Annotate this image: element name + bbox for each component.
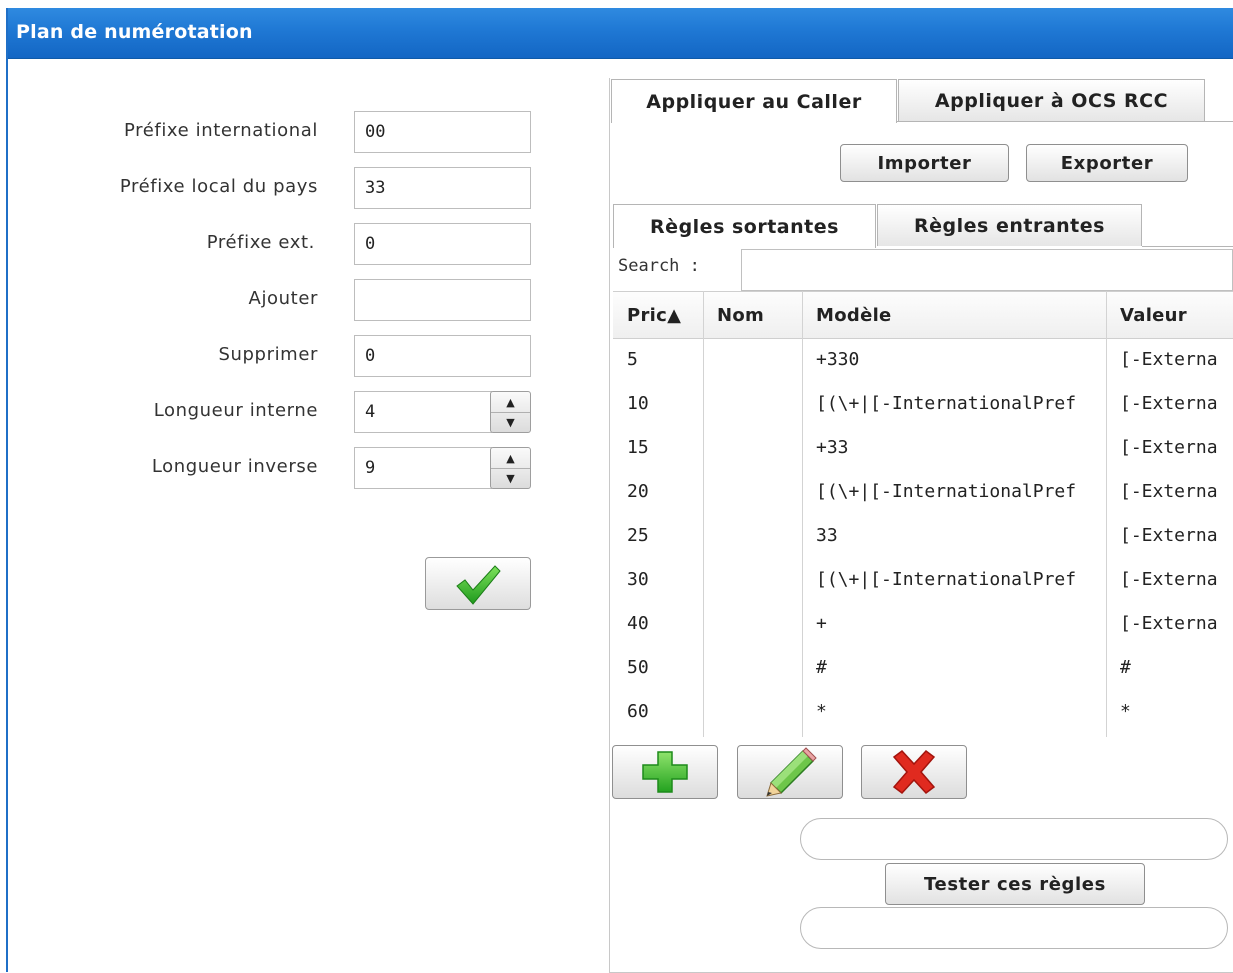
add-rule-button[interactable] bbox=[612, 745, 718, 799]
delete-x-icon bbox=[892, 749, 936, 795]
cell-priority: 40 bbox=[627, 612, 649, 634]
remove-input[interactable]: 0 bbox=[354, 335, 531, 377]
cell-priority: 15 bbox=[627, 436, 649, 458]
tab-outgoing-rules[interactable]: Règles sortantes bbox=[613, 204, 876, 248]
cell-value: [-Externa bbox=[1120, 524, 1218, 546]
table-row[interactable]: 60 * * bbox=[613, 689, 1233, 733]
cell-pattern: [(\+|[-InternationalPref bbox=[816, 392, 1077, 414]
cell-priority: 50 bbox=[627, 656, 649, 678]
tab-divider bbox=[1142, 246, 1233, 247]
cell-pattern: 33 bbox=[816, 524, 838, 546]
cell-priority: 25 bbox=[627, 524, 649, 546]
test-result-field bbox=[800, 907, 1228, 949]
column-pattern-header[interactable]: Modèle bbox=[816, 292, 1106, 338]
cell-name bbox=[717, 689, 801, 733]
column-name-header[interactable]: Nom bbox=[717, 292, 801, 338]
search-input[interactable] bbox=[741, 249, 1233, 291]
inverse-length-label: Longueur inverse bbox=[151, 456, 318, 477]
cell-value: * bbox=[1120, 700, 1131, 722]
cell-name bbox=[717, 601, 801, 645]
inverse-length-input[interactable]: 9 bbox=[354, 447, 492, 489]
inverse-length-stepper[interactable]: ▲ ▼ bbox=[490, 447, 531, 489]
plus-icon bbox=[642, 751, 688, 793]
edit-rule-button[interactable] bbox=[737, 745, 843, 799]
column-value-header[interactable]: Valeur bbox=[1120, 292, 1233, 338]
international-prefix-label: Préfixe international bbox=[123, 120, 318, 141]
apply-button[interactable] bbox=[425, 557, 531, 610]
cell-value: [-Externa bbox=[1120, 612, 1218, 634]
cell-name bbox=[717, 557, 801, 601]
ext-prefix-label: Préfixe ext. bbox=[206, 232, 315, 253]
internal-length-label: Longueur interne bbox=[153, 400, 318, 421]
title-bar: Plan de numérotation bbox=[8, 8, 1233, 59]
test-number-input[interactable] bbox=[800, 818, 1228, 860]
tab-incoming-rules[interactable]: Règles entrantes bbox=[877, 204, 1142, 246]
table-row[interactable]: 10 [(\+|[-InternationalPref [-Externa bbox=[613, 381, 1233, 425]
cell-pattern: * bbox=[816, 700, 827, 722]
stepper-up-icon[interactable]: ▲ bbox=[491, 392, 530, 413]
cell-value: [-Externa bbox=[1120, 392, 1218, 414]
search-label: Search : bbox=[618, 256, 700, 276]
ext-prefix-input[interactable]: 0 bbox=[354, 223, 531, 265]
cell-value: [-Externa bbox=[1120, 480, 1218, 502]
cell-pattern: [(\+|[-InternationalPref bbox=[816, 568, 1077, 590]
remove-label: Supprimer bbox=[218, 344, 318, 365]
rules-table: Pric▲ Nom Modèle Valeur 5 +330 [-Externa 10… bbox=[613, 291, 1233, 737]
table-header: Pric▲ Nom Modèle Valeur bbox=[613, 291, 1233, 339]
cell-name bbox=[717, 469, 801, 513]
window-title: Plan de numérotation bbox=[16, 21, 253, 43]
cell-pattern: + bbox=[816, 612, 827, 634]
cell-name bbox=[717, 513, 801, 557]
table-row[interactable]: 15 +33 [-Externa bbox=[613, 425, 1233, 469]
import-button[interactable]: Importer bbox=[840, 144, 1009, 182]
cell-priority: 10 bbox=[627, 392, 649, 414]
cell-value: [-Externa bbox=[1120, 348, 1218, 370]
table-row[interactable]: 25 33 [-Externa bbox=[613, 513, 1233, 557]
internal-length-stepper[interactable]: ▲ ▼ bbox=[490, 391, 531, 433]
cell-value: [-Externa bbox=[1120, 568, 1218, 590]
export-button[interactable]: Exporter bbox=[1026, 144, 1188, 182]
table-row[interactable]: 5 +330 [-Externa bbox=[613, 337, 1233, 381]
cell-name bbox=[717, 645, 801, 689]
cell-name bbox=[717, 337, 801, 381]
pencil-icon bbox=[766, 747, 817, 797]
cell-priority: 60 bbox=[627, 700, 649, 722]
table-row[interactable]: 50 # # bbox=[613, 645, 1233, 689]
cell-pattern: [(\+|[-InternationalPref bbox=[816, 480, 1077, 502]
table-row[interactable]: 20 [(\+|[-InternationalPref [-Externa bbox=[613, 469, 1233, 513]
country-prefix-label: Préfixe local du pays bbox=[119, 176, 318, 197]
international-prefix-input[interactable]: 00 bbox=[354, 111, 531, 153]
tab-divider bbox=[897, 121, 1233, 122]
cell-value: [-Externa bbox=[1120, 436, 1218, 458]
cell-priority: 30 bbox=[627, 568, 649, 590]
tab-apply-ocs-rcc[interactable]: Appliquer à OCS RCC bbox=[898, 79, 1205, 121]
delete-rule-button[interactable] bbox=[861, 745, 967, 799]
cell-value: # bbox=[1120, 656, 1131, 678]
cell-name bbox=[717, 381, 801, 425]
add-label: Ajouter bbox=[248, 288, 318, 309]
cell-priority: 20 bbox=[627, 480, 649, 502]
stepper-down-icon[interactable]: ▼ bbox=[491, 468, 530, 488]
checkmark-icon bbox=[456, 564, 501, 605]
cell-pattern: # bbox=[816, 656, 827, 678]
stepper-down-icon[interactable]: ▼ bbox=[491, 412, 530, 432]
table-row[interactable]: 40 + [-Externa bbox=[613, 601, 1233, 645]
column-priority-header[interactable]: Pric▲ bbox=[627, 292, 703, 338]
stepper-up-icon[interactable]: ▲ bbox=[491, 448, 530, 469]
cell-priority: 5 bbox=[627, 348, 638, 370]
internal-length-input[interactable]: 4 bbox=[354, 391, 492, 433]
cell-pattern: +330 bbox=[816, 348, 860, 370]
country-prefix-input[interactable]: 33 bbox=[354, 167, 531, 209]
test-rules-button[interactable]: Tester ces règles bbox=[885, 863, 1145, 905]
table-row[interactable]: 30 [(\+|[-InternationalPref [-Externa bbox=[613, 557, 1233, 601]
add-input[interactable] bbox=[354, 279, 531, 321]
cell-pattern: +33 bbox=[816, 436, 849, 458]
tab-apply-caller[interactable]: Appliquer au Caller bbox=[611, 79, 897, 123]
cell-name bbox=[717, 425, 801, 469]
